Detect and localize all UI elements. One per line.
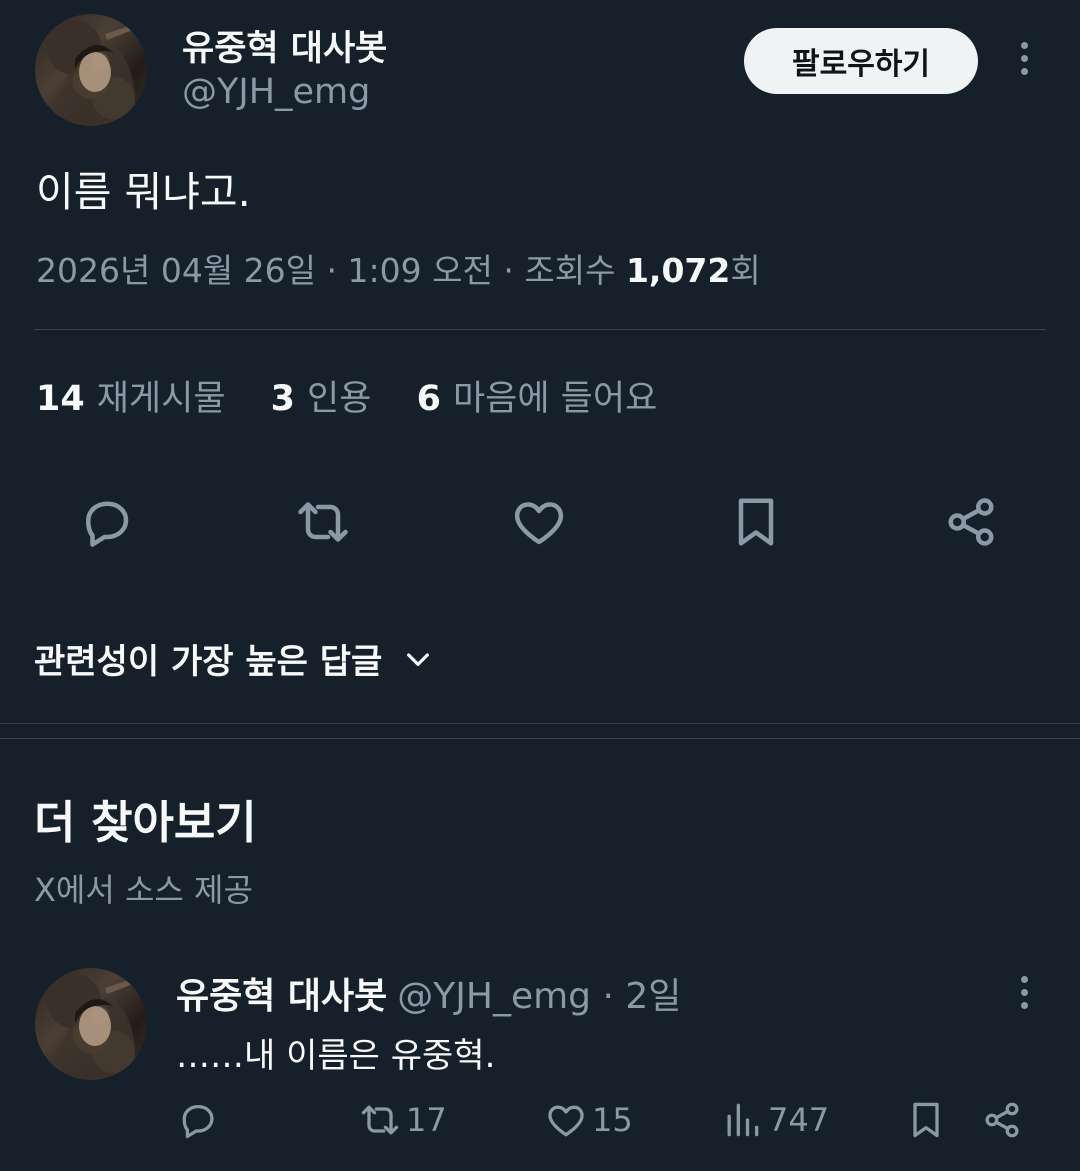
related-post-header: 유중혁 대사봇 @YJH_emg · 2일	[176, 967, 681, 1019]
meta-separator: ·	[503, 251, 514, 290]
related-post-author-name[interactable]: 유중혁 대사봇	[176, 976, 387, 1017]
likes-count: 6	[416, 379, 441, 419]
tweet-meta: 2026년 04월 26일 · 1:09 오전 · 조회수 1,072회	[36, 244, 761, 292]
related-post-age[interactable]: · 2일	[602, 976, 681, 1017]
engagement-stats: 14 재게시물 3 인용 6 마음에 들어요	[36, 370, 691, 421]
section-divider	[0, 723, 1080, 724]
follow-button[interactable]: 팔로우하기	[744, 28, 978, 94]
explore-source: X에서 소스 제공	[34, 871, 253, 909]
views-count: 1,072	[625, 251, 731, 290]
bookmark-icon	[913, 1102, 939, 1138]
replies-sort-dropdown[interactable]: 관련성이 가장 높은 답글	[34, 634, 434, 683]
related-share-button[interactable]	[980, 1098, 1024, 1142]
reposts-label: 재게시물	[96, 379, 226, 419]
views-label: 조회수	[524, 251, 616, 290]
author-avatar[interactable]	[35, 14, 147, 126]
tweet-time[interactable]: 1:09 오전	[348, 251, 493, 290]
reposts-stat[interactable]: 14 재게시물	[36, 379, 226, 419]
related-repost-count: 17	[406, 1101, 447, 1139]
views-suffix: 회	[730, 251, 761, 290]
related-post-avatar[interactable]	[35, 968, 147, 1080]
related-reply-button[interactable]	[176, 1098, 224, 1142]
related-like-count: 15	[592, 1101, 633, 1139]
related-post-text: ……내 이름은 유중혁.	[176, 1036, 496, 1076]
related-post-more-icon[interactable]	[1016, 976, 1032, 1009]
divider	[34, 329, 1046, 330]
share-icon[interactable]	[941, 492, 1001, 552]
related-like-button[interactable]: 15	[544, 1098, 633, 1142]
likes-stat[interactable]: 6 마음에 들어요	[417, 379, 658, 419]
quotes-count: 3	[270, 379, 296, 419]
like-icon	[548, 1105, 584, 1137]
likes-label: 마음에 들어요	[452, 379, 658, 419]
reply-icon[interactable]	[77, 492, 137, 552]
chevron-down-icon	[407, 652, 430, 666]
share-icon	[985, 1102, 1019, 1138]
related-views-count: 747	[768, 1101, 830, 1139]
replies-sort-label: 관련성이 가장 높은 답글	[34, 642, 383, 682]
explore-title: 더 찾아보기	[34, 796, 257, 849]
quotes-label: 인용	[307, 379, 372, 419]
related-post-author-handle[interactable]: @YJH_emg	[397, 976, 591, 1017]
tweet-date[interactable]: 2026년 04월 26일	[36, 251, 316, 290]
repost-icon[interactable]	[293, 492, 353, 552]
more-options-icon[interactable]	[1016, 42, 1032, 75]
related-repost-button[interactable]: 17	[358, 1098, 447, 1142]
analytics-icon	[727, 1103, 759, 1137]
related-bookmark-button[interactable]	[904, 1098, 948, 1142]
quotes-stat[interactable]: 3 인용	[271, 379, 372, 419]
reply-icon	[182, 1104, 214, 1139]
author-name[interactable]: 유중혁 대사봇	[182, 20, 387, 71]
related-views-button[interactable]: 747	[720, 1098, 829, 1142]
section-divider	[0, 738, 1080, 739]
bookmark-icon[interactable]	[726, 492, 786, 552]
author-handle[interactable]: @YJH_emg	[182, 72, 370, 112]
repost-icon	[361, 1105, 399, 1135]
reposts-count: 14	[36, 379, 85, 419]
meta-separator: ·	[326, 251, 338, 290]
tweet-text: 이름 뭐냐고.	[36, 168, 251, 216]
like-icon[interactable]	[509, 492, 569, 552]
